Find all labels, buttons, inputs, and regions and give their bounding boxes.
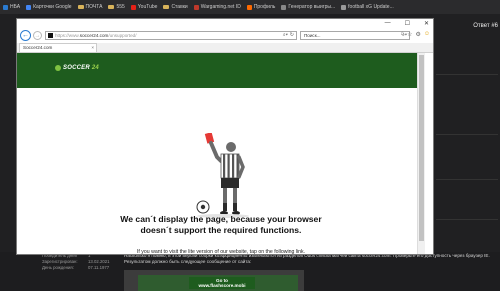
arrow-right-icon: → (34, 32, 41, 39)
favorites-star-icon[interactable]: ☆ (407, 31, 412, 38)
window-titlebar: — ☐ ✕ (17, 19, 433, 29)
site-header: SOCCER 24 (17, 53, 425, 88)
minimize-icon[interactable]: — (385, 20, 391, 27)
error-message-line2: doesn´t support the required functions. (140, 225, 302, 235)
tab-soccer24[interactable]: Soccer24.com × (19, 43, 97, 52)
bookmark-nba[interactable]: НБА (3, 4, 20, 10)
address-url: https://www.soccer24.com/unsupported/ (55, 33, 137, 38)
refresh-icon[interactable]: ↻ (290, 32, 294, 38)
user-profile-info: Победитель дней 1 Зарегистрирован: 13.02.2… (42, 253, 110, 270)
bookmarks-bar: НБА Карточки Google ПОЧТА 555 YouTube Ст… (0, 0, 500, 14)
error-message-line1: We can´t display the page, because your … (120, 214, 322, 224)
reply-number: Ответ #6 (473, 23, 498, 29)
bookmark-generator[interactable]: Генератор выигры... (281, 4, 335, 10)
google-icon (26, 4, 32, 10)
page-content: SOCCER 24 We can´t display the page, bec… (17, 53, 425, 289)
close-icon[interactable]: ✕ (424, 20, 429, 27)
soccer24-logo[interactable]: SOCCER 24 (55, 65, 99, 71)
forum-right-column: Ответ #6 (432, 14, 500, 291)
tab-close-icon[interactable]: × (91, 44, 94, 52)
tab-bar: Soccer24.com × (17, 43, 433, 53)
folder-icon (108, 5, 115, 9)
divider (436, 74, 498, 75)
ie-window: — ☐ ✕ ← → https://www.soccer24.com/unsup… (16, 18, 434, 289)
divider (436, 134, 498, 135)
divider (436, 219, 498, 220)
site-favicon-icon (48, 33, 53, 38)
feedback-smile-icon[interactable]: ☺ (424, 31, 430, 38)
bookmark-football-xg[interactable]: football xG Update... (341, 4, 394, 10)
folder-icon (163, 5, 170, 9)
search-box[interactable]: Поиск... ⌕▾ (300, 31, 410, 40)
bookmark-google-cards[interactable]: Карточки Google (26, 4, 72, 10)
football-icon (341, 4, 347, 10)
divider (436, 179, 498, 180)
forward-button[interactable]: → (33, 31, 42, 40)
back-button[interactable]: ← (20, 30, 31, 41)
youtube-icon (130, 4, 136, 10)
ball-icon (55, 65, 61, 71)
bookmark-profile[interactable]: Профиль (246, 4, 275, 10)
address-bar[interactable]: https://www.soccer24.com/unsupported/ ⌕▾… (45, 31, 297, 40)
scrollbar-thumb[interactable] (419, 55, 424, 241)
bookmark-youtube[interactable]: YouTube (130, 4, 157, 10)
bookmark-wargaming[interactable]: Wargaming.net ID (193, 4, 241, 10)
generator-icon (281, 4, 287, 10)
search-dropdown-icon[interactable]: ⌕▾ (283, 32, 288, 38)
bookmark-icon (3, 4, 8, 10)
folder-icon (77, 5, 84, 9)
wargaming-icon (193, 4, 199, 10)
bookmark-folder-bets[interactable]: Ставки (163, 4, 188, 10)
home-icon[interactable]: ⌂ (400, 31, 404, 38)
maximize-icon[interactable]: ☐ (405, 20, 410, 27)
arrow-left-icon: ← (22, 32, 29, 39)
bookmark-folder-555[interactable]: 555 (108, 4, 125, 10)
navigation-bar: ← → https://www.soccer24.com/unsupported… (17, 29, 433, 43)
gear-icon[interactable]: ⚙ (415, 31, 420, 38)
profile-icon (246, 4, 252, 10)
lite-version-button[interactable]: Go to www.flashscore.mobi (189, 277, 255, 289)
lite-version-hint: If you want to visit the lite version of… (136, 249, 306, 255)
bookmark-folder-mail[interactable]: ПОЧТА (77, 4, 102, 10)
